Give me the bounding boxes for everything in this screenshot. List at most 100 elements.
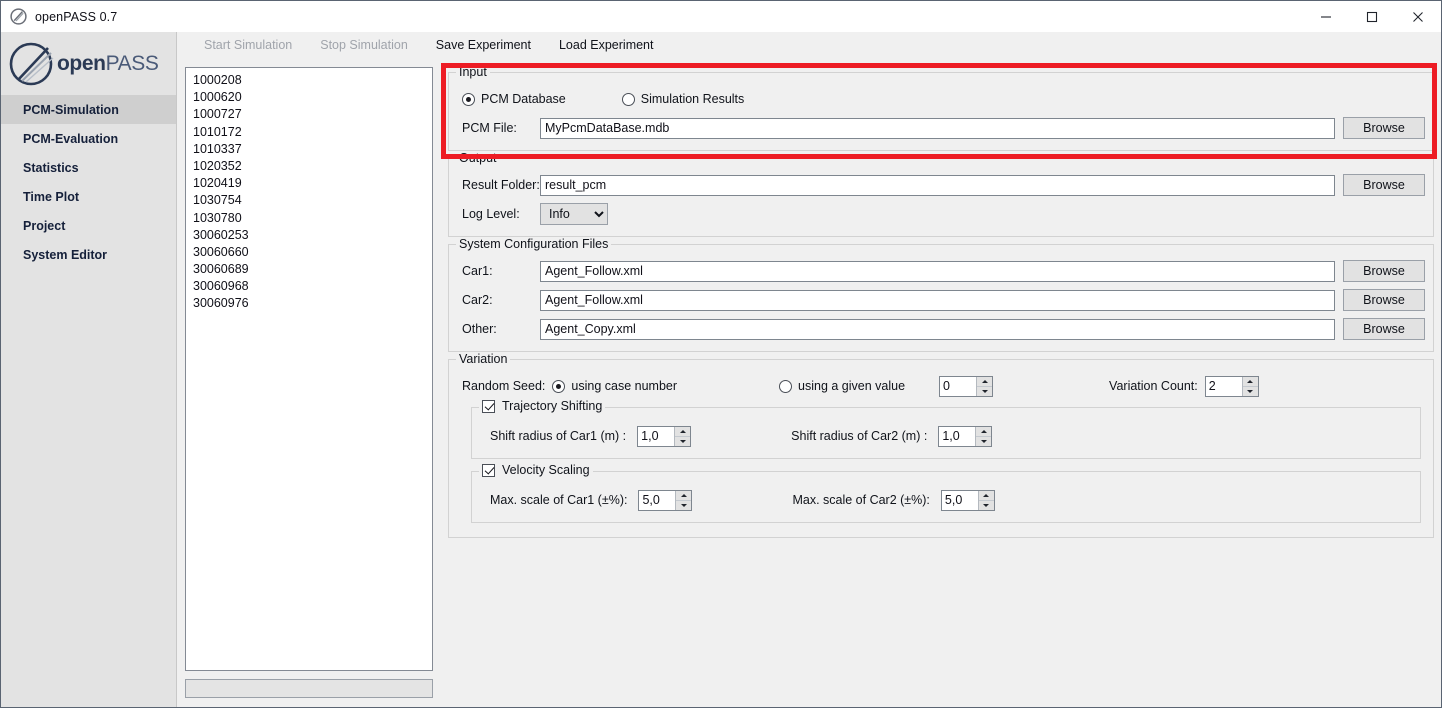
radio-pcm-database[interactable]: PCM Database xyxy=(462,92,566,106)
checkbox-indicator-icon xyxy=(482,463,495,477)
car2-browse-button[interactable]: Browse xyxy=(1343,289,1425,311)
other-browse-button[interactable]: Browse xyxy=(1343,318,1425,340)
radio-using-given-value[interactable]: using a given value xyxy=(779,379,905,393)
result-folder-row: Result Folder: Browse xyxy=(457,173,1425,197)
radio-using-case-number[interactable]: using case number xyxy=(552,379,677,393)
given-value-input[interactable] xyxy=(940,376,977,396)
velocity-scaling-checkbox[interactable]: Velocity Scaling xyxy=(479,463,593,477)
spinner-down-icon[interactable] xyxy=(1242,386,1258,396)
list-item[interactable]: 1030780 xyxy=(186,210,432,227)
list-item[interactable]: 1000208 xyxy=(186,72,432,89)
window-controls xyxy=(1303,1,1441,32)
log-level-label: Log Level: xyxy=(462,207,520,221)
list-item[interactable]: 30060689 xyxy=(186,261,432,278)
spinner-buttons xyxy=(975,426,992,446)
list-item[interactable]: 1010172 xyxy=(186,124,432,141)
pcm-file-label: PCM File: xyxy=(462,121,517,135)
list-item[interactable]: 30060660 xyxy=(186,244,432,261)
max-scale-car1-spinner[interactable] xyxy=(638,489,693,511)
spinner-buttons xyxy=(1241,376,1258,396)
sidebar-item-project[interactable]: Project xyxy=(1,211,176,240)
spinner-up-icon[interactable] xyxy=(676,490,692,501)
minimize-button[interactable] xyxy=(1303,1,1349,32)
list-item[interactable]: 1020419 xyxy=(186,175,432,192)
pcm-file-input[interactable] xyxy=(540,117,1335,139)
sidebar-item-system-editor[interactable]: System Editor xyxy=(1,240,176,269)
car1-browse-button[interactable]: Browse xyxy=(1343,260,1425,282)
max-scale-car1-input[interactable] xyxy=(639,490,676,510)
list-item[interactable]: 30060968 xyxy=(186,278,432,295)
logo-light-part: PASS xyxy=(105,51,159,75)
trajectory-radius-row: Shift radius of Car1 (m) : Shift radius … xyxy=(480,424,1412,448)
spinner-down-icon[interactable] xyxy=(675,436,691,446)
menu-item-stop-simulation[interactable]: Stop Simulation xyxy=(306,32,422,58)
radio-simulation-results[interactable]: Simulation Results xyxy=(621,92,744,106)
trajectory-shifting-checkbox[interactable]: Trajectory Shifting xyxy=(479,399,606,413)
list-item[interactable]: 1030754 xyxy=(186,192,432,209)
variation-count-input[interactable] xyxy=(1205,376,1242,396)
car1-config-input[interactable] xyxy=(540,260,1335,282)
other-config-input[interactable] xyxy=(540,318,1335,340)
sidebar-item-pcm-simulation[interactable]: PCM-Simulation xyxy=(1,95,176,124)
case-list[interactable]: 1000208 1000620 1000727 1010172 1010337 … xyxy=(185,67,433,671)
list-item[interactable]: 1010337 xyxy=(186,141,432,158)
list-item[interactable]: 1000620 xyxy=(186,89,432,106)
logo-bold-part: open xyxy=(57,51,106,75)
trajectory-shifting-legend: Trajectory Shifting xyxy=(502,399,603,413)
result-folder-input[interactable] xyxy=(540,174,1335,196)
list-item[interactable]: 1000727 xyxy=(186,106,432,123)
checkbox-indicator-icon xyxy=(482,399,495,413)
menu-item-start-simulation[interactable]: Start Simulation xyxy=(190,32,306,58)
spinner-up-icon[interactable] xyxy=(675,426,691,437)
given-value-spinner[interactable] xyxy=(939,375,994,397)
shift-radius-car2-input[interactable] xyxy=(939,426,976,446)
sidebar-item-label: Statistics xyxy=(23,160,79,175)
window-title: openPASS 0.7 xyxy=(35,9,118,24)
shift-radius-car2-label: Shift radius of Car2 (m) : xyxy=(791,429,928,443)
max-scale-car2-input[interactable] xyxy=(941,490,978,510)
sidebar-item-label: PCM-Evaluation xyxy=(23,131,119,146)
log-level-select[interactable]: Info xyxy=(540,203,608,225)
list-item[interactable]: 30060976 xyxy=(186,295,432,312)
sysconfig-group-legend: System Configuration Files xyxy=(456,237,612,251)
car1-config-row: Car1: Browse xyxy=(457,259,1425,283)
spinner-buttons xyxy=(977,490,994,510)
list-item[interactable]: 1020352 xyxy=(186,158,432,175)
close-button[interactable] xyxy=(1395,1,1441,32)
shift-radius-car1-input[interactable] xyxy=(638,426,675,446)
spinner-down-icon[interactable] xyxy=(977,386,993,396)
log-level-row: Log Level: Info xyxy=(457,202,1425,226)
spinner-up-icon[interactable] xyxy=(977,376,993,387)
system-configuration-files-group: System Configuration Files Car1: Browse … xyxy=(448,237,1434,352)
sidebar-filler xyxy=(1,269,176,707)
menu-bar: Start Simulation Stop Simulation Save Ex… xyxy=(177,32,1441,58)
shift-radius-car2-spinner[interactable] xyxy=(938,425,993,447)
menu-item-save-experiment[interactable]: Save Experiment xyxy=(422,32,545,58)
radio-indicator-icon xyxy=(621,92,635,106)
sidebar-item-statistics[interactable]: Statistics xyxy=(1,153,176,182)
car2-config-input[interactable] xyxy=(540,289,1335,311)
variation-count-spinner[interactable] xyxy=(1204,375,1259,397)
list-item[interactable]: 30060253 xyxy=(186,227,432,244)
spinner-up-icon[interactable] xyxy=(978,490,994,501)
max-scale-car2-spinner[interactable] xyxy=(940,489,995,511)
menu-item-load-experiment[interactable]: Load Experiment xyxy=(545,32,668,58)
shift-radius-car1-spinner[interactable] xyxy=(637,425,692,447)
progress-bar xyxy=(185,679,433,698)
spinner-up-icon[interactable] xyxy=(976,426,992,437)
velocity-scaling-legend: Velocity Scaling xyxy=(502,463,590,477)
pcm-file-row: PCM File: Browse xyxy=(457,116,1425,140)
maximize-button[interactable] xyxy=(1349,1,1395,32)
result-folder-browse-button[interactable]: Browse xyxy=(1343,174,1425,196)
shift-radius-car1-label: Shift radius of Car1 (m) : xyxy=(490,429,627,443)
openpass-brand-icon xyxy=(8,41,58,87)
sidebar-item-pcm-evaluation[interactable]: PCM-Evaluation xyxy=(1,124,176,153)
spinner-down-icon[interactable] xyxy=(976,436,992,446)
spinner-down-icon[interactable] xyxy=(978,500,994,510)
variation-group-legend: Variation xyxy=(456,352,511,366)
spinner-down-icon[interactable] xyxy=(676,500,692,510)
car2-label: Car2: xyxy=(462,293,493,307)
sidebar-item-time-plot[interactable]: Time Plot xyxy=(1,182,176,211)
pcm-file-browse-button[interactable]: Browse xyxy=(1343,117,1425,139)
spinner-up-icon[interactable] xyxy=(1242,376,1258,387)
